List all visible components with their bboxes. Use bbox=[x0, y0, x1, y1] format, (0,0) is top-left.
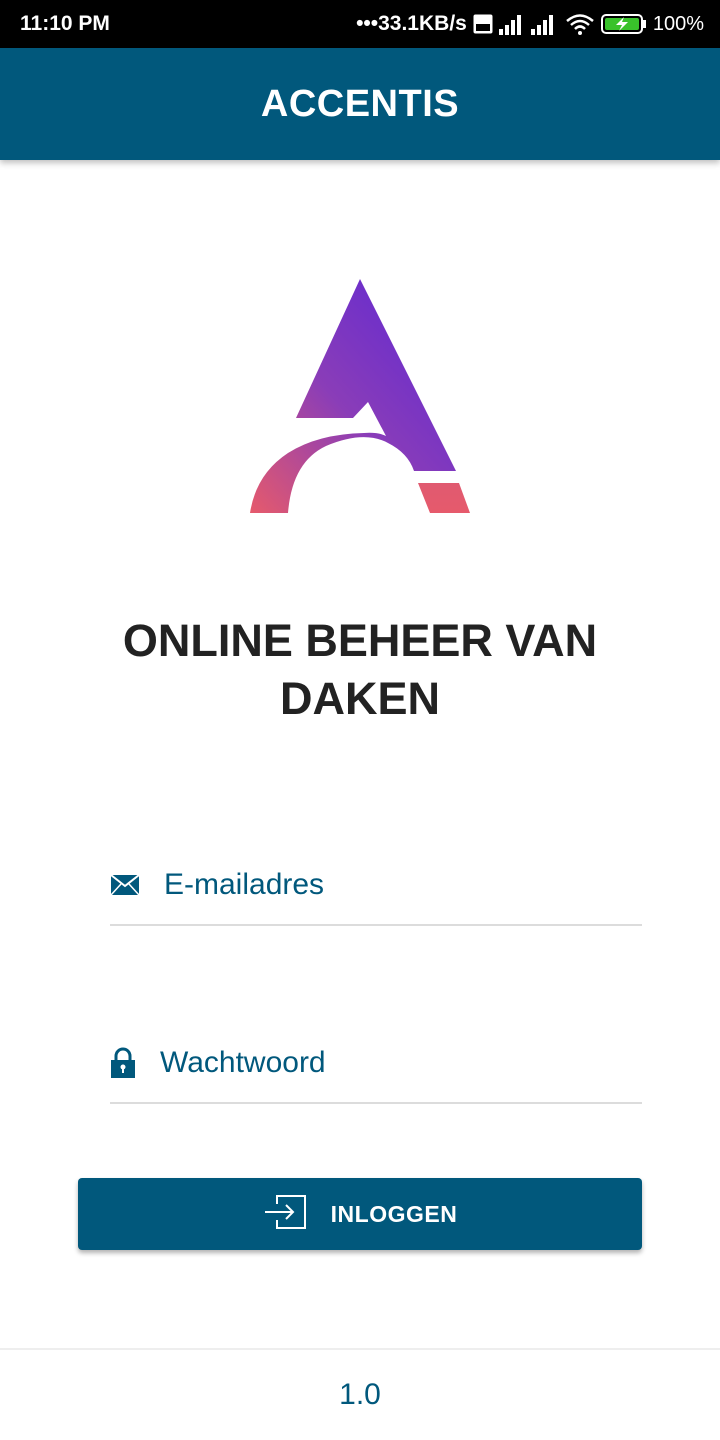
headline: ONLINE BEHEER VAN DAKEN bbox=[60, 612, 660, 728]
headline-line-2: DAKEN bbox=[279, 673, 440, 724]
app-title: ACCENTIS bbox=[260, 82, 460, 125]
volte-icon bbox=[473, 14, 493, 34]
password-placeholder: Wachtwoord bbox=[160, 1046, 326, 1079]
signal-icon bbox=[498, 13, 525, 35]
accentis-logo bbox=[248, 278, 472, 514]
login-button-label: INLOGGEN bbox=[330, 1200, 458, 1227]
lock-icon bbox=[110, 1047, 136, 1079]
email-field[interactable]: E-mailadres bbox=[110, 846, 642, 926]
mail-icon bbox=[110, 874, 140, 896]
headline-line-1: ONLINE BEHEER VAN bbox=[122, 615, 598, 666]
app-version: 1.0 bbox=[339, 1378, 381, 1411]
network-speed: •••33.1KB/s bbox=[356, 12, 467, 35]
footer: 1.0 bbox=[0, 1348, 720, 1440]
wifi-icon bbox=[565, 13, 595, 35]
app-bar: ACCENTIS bbox=[0, 48, 720, 160]
password-field[interactable]: Wachtwoord bbox=[110, 1024, 642, 1104]
battery-charging-icon bbox=[600, 13, 647, 35]
login-icon bbox=[263, 1194, 307, 1235]
battery-percent: 100% bbox=[652, 12, 704, 35]
email-placeholder: E-mailadres bbox=[164, 868, 325, 901]
status-indicators: •••33.1KB/s 100% bbox=[356, 12, 704, 36]
status-time: 11:10 PM bbox=[20, 12, 110, 35]
signal-icon bbox=[530, 13, 559, 35]
login-button[interactable]: INLOGGEN bbox=[78, 1178, 642, 1250]
status-bar: 11:10 PM •••33.1KB/s 100% bbox=[0, 0, 720, 48]
